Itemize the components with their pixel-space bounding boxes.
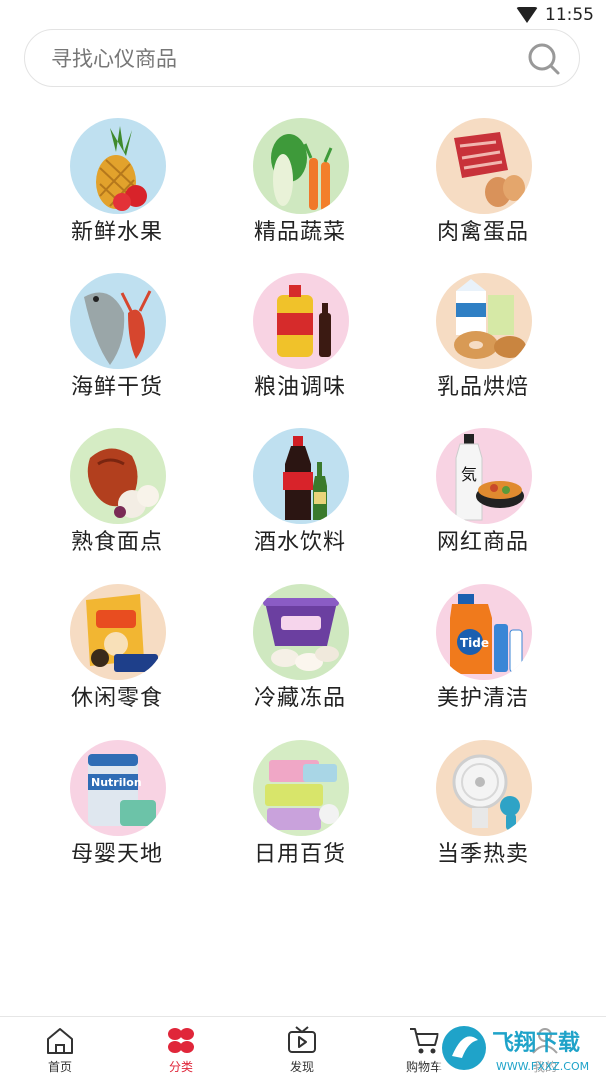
category-dairy-bakery[interactable]: 乳品烘焙 [393, 273, 573, 423]
drinks-image [253, 428, 349, 524]
home-icon [47, 1028, 73, 1054]
wifi-icon [516, 7, 538, 23]
category-grain-oil[interactable]: 粮油调味 [210, 273, 390, 423]
category-beauty-cleaning[interactable]: Tide 美护清洁 [393, 584, 573, 734]
category-label: 冷藏冻品 [253, 686, 346, 711]
category-mother-baby[interactable]: Nutrilon 母婴天地 [27, 740, 207, 890]
search-input[interactable] [49, 40, 513, 78]
svg-text:気: 気 [461, 465, 477, 484]
category-frozen[interactable]: 冷藏冻品 [210, 584, 390, 734]
tab-discover[interactable]: 发现 [262, 1017, 342, 1081]
search-bar[interactable] [24, 29, 580, 87]
search-icon[interactable] [527, 42, 561, 76]
category-household[interactable]: 日用百货 [210, 740, 390, 890]
meat-eggs-image [436, 118, 532, 214]
svg-text:Tide: Tide [460, 636, 489, 650]
category-label: 海鲜干货 [70, 375, 163, 400]
discover-icon [288, 1026, 316, 1053]
category-label: 美护清洁 [436, 686, 529, 711]
tab-label: 首页 [47, 1060, 72, 1074]
seafood-image [70, 273, 166, 369]
category-seasonal[interactable]: 当季热卖 [393, 740, 573, 890]
category-fruit[interactable]: 新鲜水果 [27, 118, 207, 268]
household-image [253, 740, 349, 836]
category-label: 肉禽蛋品 [436, 220, 529, 245]
status-time: 11:55 [545, 5, 594, 25]
mother-baby-image: Nutrilon [70, 740, 166, 836]
category-label: 熟食面点 [70, 530, 163, 555]
category-label: 网红商品 [436, 530, 529, 555]
category-vegetables[interactable]: 精品蔬菜 [210, 118, 390, 268]
fruit-image [70, 118, 166, 214]
category-label: 酒水饮料 [253, 530, 346, 555]
tab-label: 分类 [168, 1060, 193, 1074]
category-snacks[interactable]: 休闲零食 [27, 584, 207, 734]
watermark-logo: 飞翔下载 WWW.FXXZ.COM [438, 1018, 606, 1080]
seasonal-image [436, 740, 532, 836]
category-label: 母婴天地 [70, 842, 163, 867]
category-icon [168, 1028, 194, 1053]
category-seafood[interactable]: 海鲜干货 [27, 273, 207, 423]
grain-oil-image [253, 273, 349, 369]
category-label: 当季热卖 [436, 842, 529, 867]
dairy-bakery-image [436, 273, 532, 369]
trending-image: 気 [436, 428, 532, 524]
category-meat-eggs[interactable]: 肉禽蛋品 [393, 118, 573, 268]
category-label: 精品蔬菜 [253, 220, 346, 245]
category-trending[interactable]: 気 网红商品 [393, 428, 573, 578]
tab-home[interactable]: 首页 [20, 1017, 100, 1081]
svg-text:飞翔下载: 飞翔下载 [492, 1030, 580, 1056]
category-deli-pastry[interactable]: 熟食面点 [27, 428, 207, 578]
vegetables-image [253, 118, 349, 214]
frozen-image [253, 584, 349, 680]
category-label: 粮油调味 [253, 375, 346, 400]
snacks-image [70, 584, 166, 680]
tab-category[interactable]: 分类 [141, 1017, 221, 1081]
category-drinks[interactable]: 酒水饮料 [210, 428, 390, 578]
svg-text:Nutrilon: Nutrilon [91, 776, 142, 789]
category-label: 日用百货 [253, 842, 346, 867]
beauty-cleaning-image: Tide [436, 584, 532, 680]
category-label: 休闲零食 [70, 686, 163, 711]
deli-pastry-image [70, 428, 166, 524]
category-label: 新鲜水果 [70, 220, 163, 245]
tab-label: 发现 [289, 1060, 314, 1074]
cart-icon [410, 1028, 439, 1054]
svg-text:WWW.FXXZ.COM: WWW.FXXZ.COM [496, 1060, 589, 1073]
category-label: 乳品烘焙 [436, 375, 529, 400]
